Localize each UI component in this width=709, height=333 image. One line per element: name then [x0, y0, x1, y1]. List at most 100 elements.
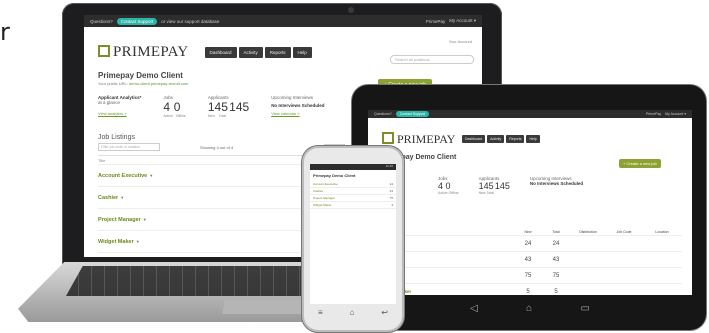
col-total[interactable]: Total [542, 230, 570, 234]
total-count: 5 [554, 288, 558, 295]
applicants-block: Applicants 145 145 New Total [208, 95, 249, 118]
recent-apps-icon[interactable]: ▭ [581, 303, 590, 314]
list-item[interactable]: Cashier 43 [310, 188, 396, 195]
applicants-total-label: Total [486, 191, 494, 195]
list-item[interactable]: Account Executive 24 [310, 181, 396, 188]
logo-icon [98, 44, 110, 57]
col-new[interactable]: New [514, 230, 542, 234]
phone-time: 11:40 [385, 164, 393, 168]
public-url-label: Your public URL: [98, 81, 128, 86]
your-account-link[interactable]: Your Account [449, 39, 472, 44]
nav-dashboard[interactable]: Dashboard [204, 46, 237, 58]
job-title: Project Manager [313, 196, 336, 200]
company-label: PrimePay [646, 112, 662, 116]
home-icon[interactable]: ⌂ [350, 308, 355, 317]
brand-name: PRIMEPAY [113, 43, 189, 60]
nav-help[interactable]: Help [292, 46, 312, 58]
table-row[interactable]: Widget Maker55 [382, 284, 682, 295]
interviews-block: Upcoming Interviews No Interviews Schedul… [530, 176, 583, 195]
table-row[interactable]: Cashier4343 [382, 252, 682, 268]
phone-nav-bar: ≡ ⌂ ↩ [318, 308, 388, 317]
interviews-status: No Interviews Scheduled [529, 181, 584, 186]
col-location[interactable]: Location [642, 230, 682, 234]
back-icon[interactable]: ↩ [381, 308, 388, 317]
job-title-link[interactable]: Widget Maker [98, 239, 134, 245]
my-account-menu[interactable]: My Account ▾ [665, 112, 686, 116]
nav-activity[interactable]: Activity [487, 135, 505, 143]
jobs-offline-count: 0 [445, 181, 451, 191]
nav-help[interactable]: Help [526, 135, 540, 143]
chevron-down-icon[interactable]: ▼ [143, 217, 147, 222]
chevron-down-icon[interactable]: ▼ [149, 173, 153, 178]
tablet-screen: Questions? Contact Support PrimePay My A… [368, 110, 692, 295]
total-count: 24 [552, 240, 560, 247]
client-name: Primepay Demo Client [98, 71, 183, 80]
job-title: Cashier [313, 189, 324, 193]
job-title-link[interactable]: Cashier [98, 195, 118, 201]
col-distribution[interactable]: Distribution [570, 230, 606, 234]
search-input[interactable]: Search all positions [390, 55, 474, 64]
menu-icon[interactable]: ≡ [318, 308, 323, 317]
table-row[interactable]: Manager7575 [382, 268, 682, 284]
applicants-total-label: Total [218, 114, 227, 118]
contact-support-button[interactable]: Contact Support [116, 17, 158, 25]
applicants-new-label: New [207, 114, 215, 118]
jobs-active-count: 4 [163, 100, 171, 114]
phone-screen: 11:40 Primepay Demo Client Account Execu… [310, 164, 396, 304]
view-analytics-link[interactable]: View analytics » [98, 111, 141, 116]
tablet-nav: Dashboard Activity Reports Help [460, 135, 540, 143]
new-count: 5 [526, 288, 530, 295]
table-row[interactable]: Executive2424 [382, 236, 682, 252]
brand-logo: PRIMEPAY [98, 44, 189, 61]
contact-support-button[interactable]: Contact Support [395, 111, 430, 117]
col-job-code[interactable]: Job Code [606, 230, 642, 234]
create-job-button[interactable]: + Create a new job [619, 159, 661, 168]
job-title-link[interactable]: Account Executive [98, 173, 147, 179]
camera-icon [348, 7, 354, 13]
nav-activity[interactable]: Activity [238, 46, 263, 58]
my-account-menu[interactable]: My Account ▾ [449, 18, 476, 24]
jobs-offline-count: 0 [173, 100, 181, 114]
applicants-new-count: 145 [478, 181, 494, 191]
questions-label: Questions? [374, 112, 392, 116]
tablet-nav-bar: ◁ ⌂ ▭ [470, 303, 590, 314]
support-database-link[interactable]: or view our support database [161, 19, 219, 24]
jobs-offline-label: Offline [448, 191, 459, 195]
total-count: 75 [552, 272, 560, 279]
tablet-stats-row: Jobs 4 0 Active Offline Applicants 145 145 N… [382, 176, 583, 195]
public-url-link[interactable]: demo-client.primepay-recruit.com [129, 81, 188, 86]
applicants-new-count: 145 [207, 100, 228, 114]
applicants-block: Applicants 145 145 New Total [479, 176, 510, 195]
job-search-input[interactable]: Filter job code or location [98, 143, 160, 151]
back-icon[interactable]: ◁ [470, 303, 478, 314]
list-item[interactable]: Widget Maker 3 [310, 202, 396, 209]
applicants-total-count: 145 [494, 181, 510, 191]
company-label: PrimePay [425, 18, 446, 24]
job-title: Account Executive [313, 182, 338, 186]
new-count: 24 [524, 240, 532, 247]
new-count: 75 [524, 272, 532, 279]
nav-reports[interactable]: Reports [506, 135, 525, 143]
chevron-down-icon[interactable]: ▼ [120, 195, 124, 200]
new-count: 43 [524, 256, 532, 263]
jobs-active-count: 4 [438, 181, 444, 191]
view-calendar-link[interactable]: View calendar » [271, 111, 324, 116]
top-bar: Questions? Contact Support or view our s… [84, 15, 482, 27]
tablet-top-bar: Questions? Contact Support PrimePay My A… [368, 110, 692, 118]
home-icon[interactable]: ⌂ [526, 303, 532, 314]
analytics-sub: at a glance [98, 100, 121, 105]
jobs-block: Jobs 4 0 Active Offline [438, 176, 459, 195]
nav-dashboard[interactable]: Dashboard [462, 135, 486, 143]
job-title-link[interactable]: Project Manager [98, 217, 141, 223]
edge-text: r [0, 18, 10, 46]
logo-icon [382, 132, 394, 144]
interviews-block: Upcoming Interviews No Interviews Schedu… [271, 95, 324, 118]
jobs-active-label: Active [163, 114, 173, 118]
applicants-new-label: New [478, 191, 486, 195]
table-header: Title New Total Distribution Job Code Lo… [382, 228, 682, 236]
jobs-block: Jobs 4 0 Active Offline [163, 95, 186, 118]
nav-reports[interactable]: Reports [264, 46, 291, 58]
analytics-block: Applicant Analytics* at a glance View an… [98, 95, 141, 118]
chevron-down-icon[interactable]: ▼ [136, 239, 140, 244]
list-item[interactable]: Project Manager 75 [310, 195, 396, 202]
